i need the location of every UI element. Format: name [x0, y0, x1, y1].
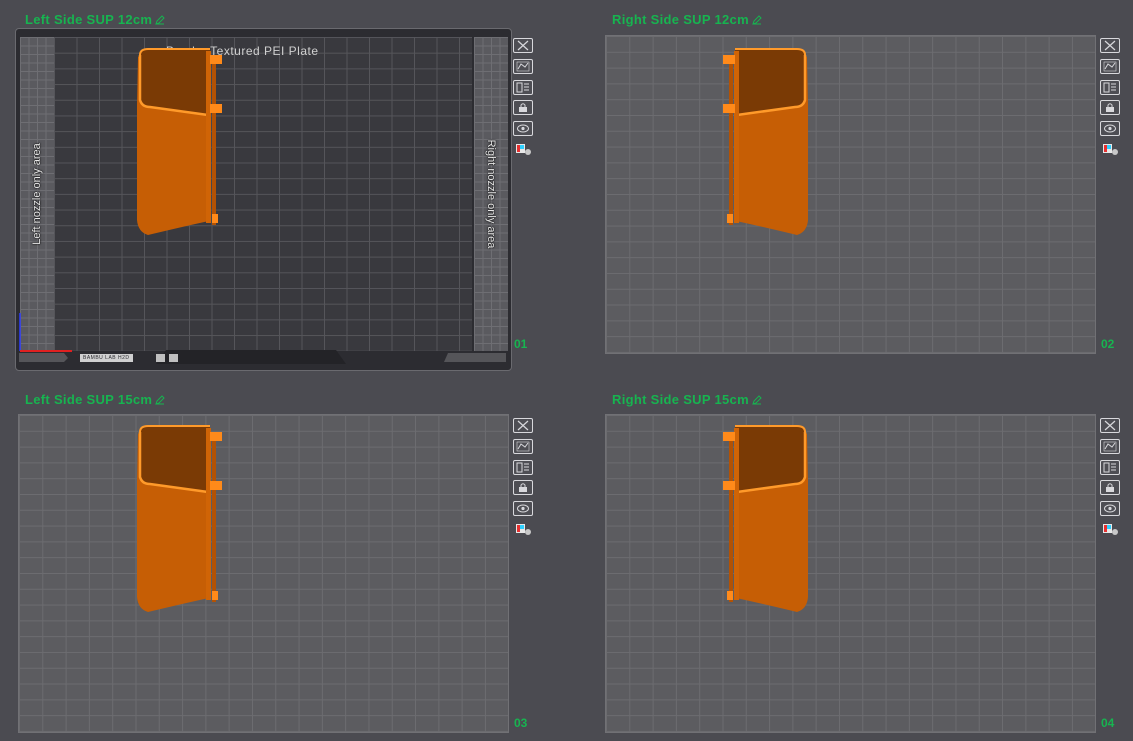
filament-paint-icon	[516, 144, 531, 156]
close-plate-button[interactable]	[513, 38, 533, 53]
model-part[interactable]	[715, 45, 815, 245]
plate-toolbar	[1100, 418, 1122, 543]
arrange-icon	[1103, 82, 1116, 93]
close-icon	[517, 420, 529, 431]
build-plate-bed[interactable]	[54, 37, 472, 351]
preview-button[interactable]	[1100, 501, 1120, 517]
lock-icon	[519, 483, 527, 493]
left-nozzle-area-label: Left nozzle only area	[31, 143, 43, 245]
filament-paint-icon	[1103, 144, 1118, 156]
plate-title-text: Right Side SUP 12cm	[612, 12, 749, 27]
edit-icon[interactable]	[155, 15, 165, 25]
preview-button[interactable]	[513, 501, 533, 517]
model-part[interactable]	[130, 45, 230, 245]
plate-title[interactable]: Right Side SUP 15cm	[612, 392, 762, 407]
auto-orient-button[interactable]	[1100, 438, 1120, 454]
arrange-button[interactable]	[1100, 79, 1120, 95]
axis-indicator	[19, 313, 72, 352]
plate-title[interactable]: Left Side SUP 12cm	[25, 12, 165, 27]
eye-icon	[1104, 504, 1116, 513]
plate-number: 03	[514, 716, 528, 730]
plate-title[interactable]: Right Side SUP 12cm	[612, 12, 762, 27]
plate-toolbar	[513, 418, 535, 543]
lock-plate-button[interactable]	[1100, 480, 1120, 496]
plate-toolbar	[513, 38, 535, 163]
filament-paint-icon	[1103, 524, 1118, 536]
arrange-button[interactable]	[513, 79, 533, 95]
preview-button[interactable]	[513, 121, 533, 137]
model-part[interactable]	[130, 422, 230, 622]
eye-icon	[517, 124, 529, 133]
auto-orient-button[interactable]	[513, 58, 533, 74]
plate-title-text: Left Side SUP 15cm	[25, 392, 153, 407]
arrange-icon	[516, 462, 529, 473]
right-nozzle-area: Right nozzle only area	[474, 37, 508, 351]
left-nozzle-area: Left nozzle only area	[20, 37, 54, 351]
lock-plate-button[interactable]	[513, 100, 533, 116]
filament-paint-button[interactable]	[1100, 522, 1120, 537]
edit-icon[interactable]	[752, 15, 762, 25]
plate-number: 02	[1101, 337, 1115, 351]
plate-title[interactable]: Left Side SUP 15cm	[25, 392, 165, 407]
plate-number: 04	[1101, 716, 1115, 730]
arrange-icon	[516, 82, 529, 93]
build-plate-frame[interactable]: Left nozzle only area Right nozzle only …	[15, 28, 512, 371]
close-icon	[1104, 420, 1116, 431]
close-plate-button[interactable]	[513, 418, 533, 433]
lock-icon	[1106, 483, 1114, 493]
build-plate-bed[interactable]	[605, 35, 1096, 354]
plate-number: 01	[514, 337, 528, 351]
model-part[interactable]	[715, 422, 815, 622]
auto-orient-icon	[516, 441, 530, 452]
edit-icon[interactable]	[752, 395, 762, 405]
lock-icon	[1106, 103, 1114, 113]
auto-orient-icon	[516, 61, 530, 72]
filament-paint-button[interactable]	[513, 522, 533, 537]
arrange-button[interactable]	[513, 459, 533, 475]
footer-mark	[156, 354, 165, 362]
auto-orient-button[interactable]	[1100, 58, 1120, 74]
lock-plate-button[interactable]	[513, 480, 533, 496]
lock-icon	[519, 103, 527, 113]
preview-button[interactable]	[1100, 121, 1120, 137]
close-plate-button[interactable]	[1100, 418, 1120, 433]
auto-orient-icon	[1103, 441, 1117, 452]
eye-icon	[1104, 124, 1116, 133]
plate-toolbar	[1100, 38, 1122, 163]
close-icon	[1104, 40, 1116, 51]
plate-title-text: Left Side SUP 12cm	[25, 12, 153, 27]
lock-plate-button[interactable]	[1100, 100, 1120, 116]
auto-orient-button[interactable]	[513, 438, 533, 454]
plate-frame-footer: BAMBU LAB H2D	[16, 350, 511, 370]
edit-icon[interactable]	[155, 395, 165, 405]
plate-title-text: Right Side SUP 15cm	[612, 392, 749, 407]
footer-mark	[169, 354, 178, 362]
filament-paint-icon	[516, 524, 531, 536]
filament-paint-button[interactable]	[513, 142, 533, 157]
build-plate-bed[interactable]	[605, 414, 1096, 733]
build-plate-bed[interactable]	[18, 414, 509, 733]
auto-orient-icon	[1103, 61, 1117, 72]
printer-logo: BAMBU LAB H2D	[80, 354, 133, 362]
filament-paint-button[interactable]	[1100, 142, 1120, 157]
right-nozzle-area-label: Right nozzle only area	[485, 139, 497, 249]
close-plate-button[interactable]	[1100, 38, 1120, 53]
arrange-button[interactable]	[1100, 459, 1120, 475]
eye-icon	[517, 504, 529, 513]
close-icon	[517, 40, 529, 51]
arrange-icon	[1103, 462, 1116, 473]
